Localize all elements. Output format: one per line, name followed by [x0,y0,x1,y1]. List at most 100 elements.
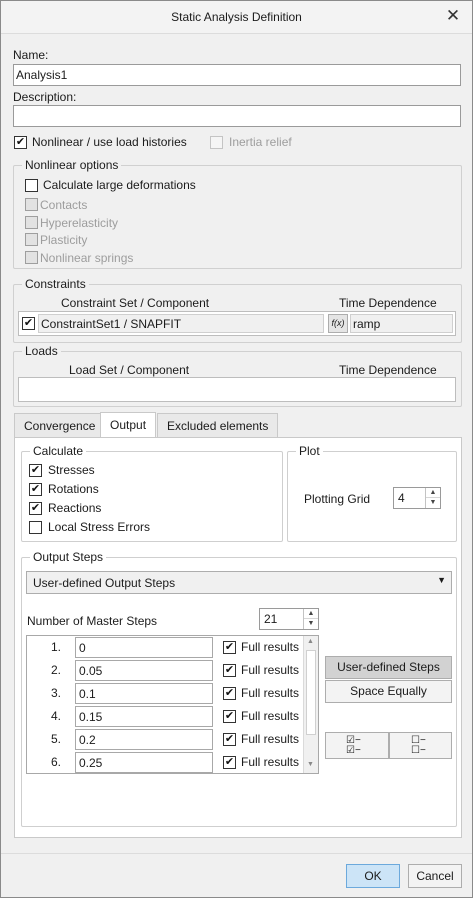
large-deformations-checkbox[interactable] [25,179,38,192]
plotting-grid-label: Plotting Grid [304,492,371,506]
loads-group: Loads Load Set / Component Time Dependen… [13,344,462,407]
local-stress-errors-label: Local Stress Errors [48,520,151,534]
table-scrollbar[interactable]: ▲ ▼ [303,636,318,773]
step-value-cell[interactable]: 0.2 [75,729,213,750]
step-value-cell[interactable]: 0 [75,637,213,658]
description-label: Description: [13,90,77,104]
stresses-checkbox[interactable]: ✔ [29,464,42,477]
table-row[interactable]: 6. 0.25 ✔ Full results [27,751,318,773]
constraints-title: Constraints [22,277,89,291]
scroll-up-icon[interactable]: ▲ [307,638,314,645]
ok-button[interactable]: OK [346,864,400,888]
select-all-button[interactable]: ☑− ☑− [325,732,389,759]
load-time-header: Time Dependence [339,363,437,377]
loads-table[interactable] [18,377,456,402]
full-results-checkbox[interactable]: ✔ [223,733,236,746]
nonlinear-options-group: Nonlinear options Calculate large deform… [13,158,462,269]
check-all-icon: ☑− ☑− [346,735,361,756]
loads-title: Loads [22,344,61,358]
reactions-checkbox[interactable]: ✔ [29,502,42,515]
inertia-relief-label: Inertia relief [229,135,292,149]
full-results-checkbox[interactable]: ✔ [223,641,236,654]
master-steps-label: Number of Master Steps [27,614,158,628]
tab-output[interactable]: Output [100,412,157,438]
contacts-label: Contacts [40,198,88,212]
full-results-checkbox[interactable]: ✔ [223,756,236,769]
table-row[interactable]: 5. 0.2 ✔ Full results [27,728,318,751]
constraint-time-header: Time Dependence [339,296,437,310]
constraint-time-cell: ramp [350,314,453,333]
full-results-checkbox[interactable]: ✔ [223,710,236,723]
plasticity-label: Plasticity [40,233,88,247]
master-steps-stepper[interactable]: 21 ▲ ▼ [259,608,319,630]
calculate-group: Calculate ✔ Stresses ✔ Rotations ✔ React… [21,444,283,542]
plotting-grid-value: 4 [398,491,405,505]
nonlinear-options-title: Nonlinear options [22,158,122,172]
output-steps-table[interactable]: 1. 0 ✔ Full results 2. 0.05 ✔ Full resul… [26,635,319,774]
plotting-grid-stepper[interactable]: 4 ▲ ▼ [393,487,441,509]
table-row[interactable]: 2. 0.05 ✔ Full results [27,659,318,682]
inertia-relief-checkbox[interactable] [210,136,223,149]
rotations-label: Rotations [48,482,99,496]
reactions-label: Reactions [48,501,102,515]
nonlinear-springs-checkbox[interactable] [25,251,38,264]
space-equally-button[interactable]: Space Equally [325,680,452,703]
dialog-footer: OK Cancel [1,853,472,897]
constraint-set-header: Constraint Set / Component [61,296,210,310]
table-row[interactable]: 4. 0.15 ✔ Full results [27,705,318,728]
step-value-cell[interactable]: 0.1 [75,683,213,704]
close-icon[interactable]: ✕ [444,7,462,25]
stepper-down-icon[interactable]: ▼ [426,498,440,508]
full-results-checkbox[interactable]: ✔ [223,687,236,700]
constraint-row-checkbox[interactable]: ✔ [22,317,35,330]
step-value-cell[interactable]: 0.25 [75,752,213,773]
plasticity-checkbox[interactable] [25,233,38,246]
title-bar: Static Analysis Definition ✕ [1,1,472,34]
constraints-group: Constraints Constraint Set / Component T… [13,277,462,343]
calculate-title: Calculate [30,444,87,458]
output-steps-title: Output Steps [30,550,107,564]
table-row[interactable]: 1. 0 ✔ Full results [27,636,318,659]
step-value-cell[interactable]: 0.05 [75,660,213,681]
description-input[interactable] [13,105,461,127]
name-label: Name: [13,48,49,62]
nonlinear-checkbox[interactable]: ✔ [14,136,27,149]
rotations-checkbox[interactable]: ✔ [29,483,42,496]
window-title: Static Analysis Definition [171,10,302,24]
full-results-checkbox[interactable]: ✔ [223,664,236,677]
uncheck-all-icon: ☐− ☐− [411,735,426,756]
user-defined-steps-button[interactable]: User-defined Steps [325,656,452,679]
plot-title: Plot [296,444,323,458]
stepper-down-icon[interactable]: ▼ [304,619,318,629]
cancel-button[interactable]: Cancel [408,864,462,888]
output-steps-dropdown[interactable]: User-defined Output Steps ▼ [26,571,452,594]
step-value-cell[interactable]: 0.15 [75,706,213,727]
constraint-set-cell: ConstraintSet1 / SNAPFIT [38,314,324,333]
hyperelasticity-checkbox[interactable] [25,216,38,229]
hyperelasticity-label: Hyperelasticity [40,216,119,230]
tab-excluded-elements[interactable]: Excluded elements [157,413,279,437]
stresses-label: Stresses [48,463,95,477]
table-row[interactable]: 3. 0.1 ✔ Full results [27,682,318,705]
nonlinear-label: Nonlinear / use load histories [32,135,187,149]
chevron-down-icon: ▼ [437,575,446,585]
large-deformations-label: Calculate large deformations [43,178,196,192]
plot-group: Plot Plotting Grid 4 ▲ ▼ [287,444,457,542]
stepper-up-icon[interactable]: ▲ [304,609,318,619]
load-set-header: Load Set / Component [69,363,190,377]
master-steps-value: 21 [264,612,278,626]
dialog-window: Static Analysis Definition ✕ Name: Analy… [0,0,473,898]
name-input[interactable]: Analysis1 [13,64,461,86]
fx-function-icon[interactable]: f(x) [328,314,348,333]
tab-convergence[interactable]: Convergence [14,413,106,437]
scroll-thumb[interactable] [306,650,316,735]
output-tab-panel: Calculate ✔ Stresses ✔ Rotations ✔ React… [14,437,462,838]
nonlinear-springs-label: Nonlinear springs [40,251,134,265]
contacts-checkbox[interactable] [25,198,38,211]
constraint-row[interactable]: ✔ ConstraintSet1 / SNAPFIT f(x) ramp [18,311,456,336]
stepper-up-icon[interactable]: ▲ [426,488,440,498]
output-steps-dropdown-value: User-defined Output Steps [33,576,176,590]
local-stress-errors-checkbox[interactable] [29,521,42,534]
scroll-down-icon[interactable]: ▼ [307,761,314,768]
deselect-all-button[interactable]: ☐− ☐− [389,732,452,759]
